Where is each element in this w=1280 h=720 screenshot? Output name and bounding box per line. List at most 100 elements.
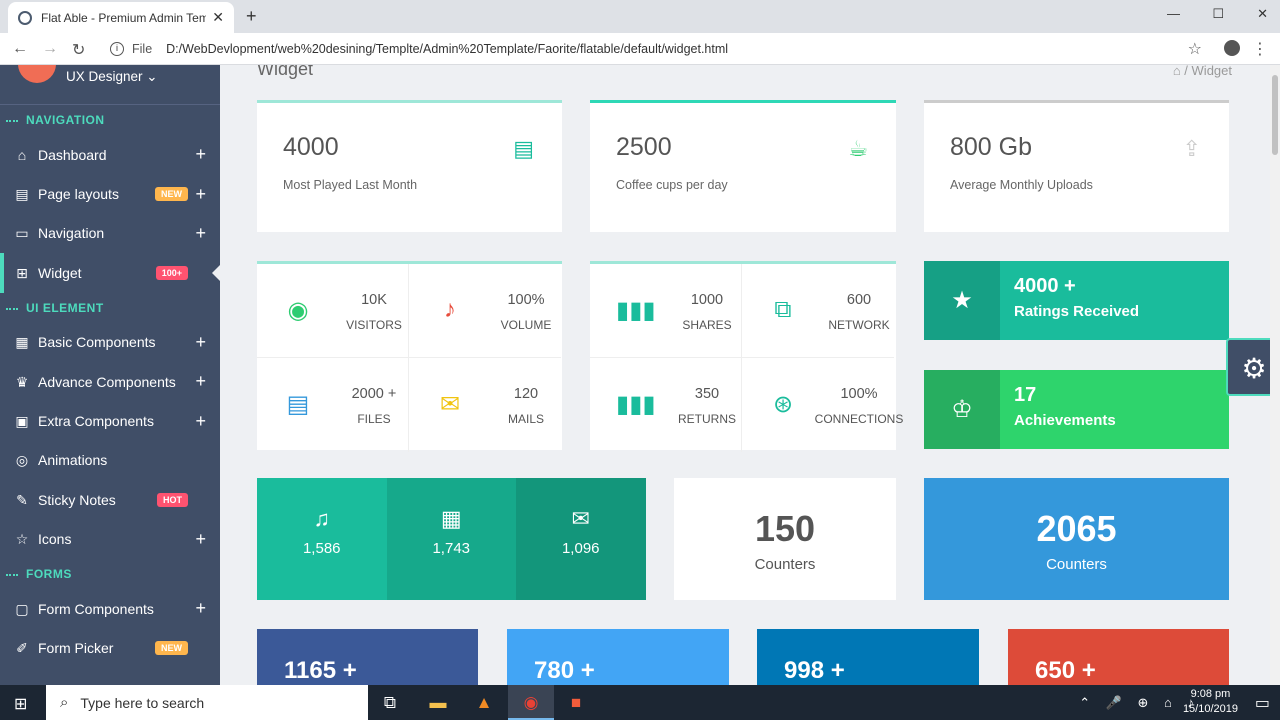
sidebar-item-animations[interactable]: ◎ Animations xyxy=(0,441,220,480)
segmented-stats: ♫ 1,586 ▦ 1,743 ✉ 1,096 xyxy=(257,478,646,600)
taskbar-clock[interactable]: 9:08 pm 15/10/2019 xyxy=(1183,687,1238,717)
reload-icon[interactable]: ↻ xyxy=(72,40,85,60)
sidebar: UX Designer ⌄ NAVIGATION ⌂ Dashboard + ▤ Pa… xyxy=(0,65,220,685)
linkedin-stat: 998 + xyxy=(757,629,979,685)
coffee-icon: ☕ xyxy=(848,136,868,161)
home-icon[interactable]: ⌂ xyxy=(1173,65,1181,78)
close-tab-icon[interactable]: ✕ xyxy=(212,9,224,26)
expand-icon[interactable]: + xyxy=(195,184,206,205)
browser-tab[interactable]: Flat Able - Premium Admin Temp ✕ xyxy=(8,2,234,33)
sidebar-item-dashboard[interactable]: ⌂ Dashboard + xyxy=(0,135,220,174)
camtasia-icon[interactable]: ■ xyxy=(562,691,590,715)
file-label: File xyxy=(132,42,153,56)
search-placeholder: Type here to search xyxy=(80,694,205,711)
envelope-icon: ✉ xyxy=(571,506,590,531)
sidebar-item-basic-components[interactable]: ▦ Basic Components + xyxy=(0,323,220,362)
scrollbar-thumb[interactable] xyxy=(1272,75,1278,155)
section-forms: FORMS xyxy=(0,559,220,589)
sidebar-item-page-layouts[interactable]: ▤ Page layouts NEW + xyxy=(0,174,220,213)
segment-mail: ✉ 1,096 xyxy=(516,478,646,600)
task-view-icon[interactable]: ⧉ xyxy=(376,691,404,715)
info-icon[interactable]: i xyxy=(110,42,124,56)
card-value: 2500 xyxy=(616,133,672,161)
expand-icon[interactable]: + xyxy=(195,223,206,244)
widget-card-coffee: 2500 Coffee cups per day ☕ xyxy=(590,100,896,232)
expand-icon[interactable]: + xyxy=(195,598,206,619)
tab-title: Flat Able - Premium Admin Temp xyxy=(41,10,207,25)
new-badge: NEW xyxy=(155,187,188,202)
counter-card-white: 150 Counters xyxy=(674,478,896,600)
stat-returns: ▮▮▮ 350 RETURNS xyxy=(590,358,742,452)
sidebar-item-sticky-notes[interactable]: ✎ Sticky Notes HOT xyxy=(0,480,220,519)
sidebar-item-advance-components[interactable]: ♛ Advance Components + xyxy=(0,362,220,401)
user-profile[interactable]: UX Designer ⌄ xyxy=(0,65,220,105)
sidebar-item-icons[interactable]: ☆ Icons + xyxy=(0,520,220,559)
section-navigation: NAVIGATION xyxy=(0,105,220,135)
count-badge: 100+ xyxy=(155,265,188,280)
card-value: 4000 + xyxy=(1014,275,1076,297)
vlc-icon[interactable]: ▲ xyxy=(470,691,498,715)
stat-network: ⧉ 600 NETWORK xyxy=(742,264,894,358)
google-plus-stat: 650 + xyxy=(1008,629,1229,685)
card-label: Coffee cups per day xyxy=(616,178,728,192)
scrollbar[interactable] xyxy=(1270,65,1280,685)
menu-kebab-icon[interactable]: ⋮ xyxy=(1252,39,1268,59)
main-content: Widget ⌂ / Widget 4000 Most Played Last … xyxy=(220,65,1280,685)
stat-volume: ♪ 100% VOLUME xyxy=(409,264,561,358)
section-ui-element: UI ELEMENT xyxy=(0,293,220,323)
aperture-icon: ◎ xyxy=(15,452,29,469)
stat-files: ▤ 2000 + FILES xyxy=(257,358,409,452)
notification-icon[interactable]: ▭ xyxy=(1255,693,1270,713)
sidebar-item-extra-components[interactable]: ▣ Extra Components + xyxy=(0,401,220,440)
stat-mails: ✉ 120 MAILS xyxy=(409,358,561,452)
home-icon: ⌂ xyxy=(17,146,27,163)
file-explorer-icon[interactable]: ▬ xyxy=(424,691,452,715)
avatar xyxy=(18,65,56,83)
windows-taskbar: ⊞ ⌕ Type here to search ⧉ ▬ ▲ ◉ ■ ⌃ 🎤 ⊕ … xyxy=(0,685,1280,720)
comment-icon: ▤ xyxy=(513,136,534,161)
bookmark-star-icon[interactable]: ☆ xyxy=(1188,39,1202,59)
note-icon: ✎ xyxy=(16,491,28,508)
address-bar: ← → ↻ i File D:/WebDevlopment/web%20desi… xyxy=(0,33,1280,65)
stat-visitors: ◉ 10K VISITORS xyxy=(257,264,409,358)
url-text[interactable]: D:/WebDevlopment/web%20desining/Templte/… xyxy=(166,42,728,56)
modules-icon: ▣ xyxy=(15,413,29,430)
windows-start-icon[interactable]: ⊞ xyxy=(14,694,27,714)
edit-icon: ✐ xyxy=(16,639,28,656)
achievements-card: ♔ 17 Achievements xyxy=(924,370,1229,449)
system-tray-icons[interactable]: ⌃ 🎤 ⊕ ⌂ ♪ xyxy=(1079,695,1200,711)
card-value: 17 xyxy=(1014,384,1037,406)
files-icon: ▤ xyxy=(286,391,310,418)
new-tab-button[interactable]: + xyxy=(246,6,257,27)
maximize-button[interactable]: ☐ xyxy=(1212,6,1224,22)
music-icon: ♪ xyxy=(444,296,456,323)
forward-icon[interactable]: → xyxy=(42,40,58,58)
close-window-button[interactable]: ✕ xyxy=(1257,6,1268,22)
account-icon[interactable] xyxy=(1224,40,1240,56)
sidebar-item-form-components[interactable]: ▢ Form Components + xyxy=(0,589,220,628)
expand-icon[interactable]: + xyxy=(195,144,206,165)
widget-card-uploads: 800 Gb Average Monthly Uploads ⇪ xyxy=(924,100,1229,232)
taskbar-search[interactable]: ⌕ Type here to search xyxy=(46,685,368,720)
twitter-stat: 780 + xyxy=(507,629,729,685)
expand-icon[interactable]: + xyxy=(195,371,206,392)
stat-shares: ▮▮▮ 1000 SHARES xyxy=(590,264,742,358)
sidebar-item-navigation[interactable]: ▭ Navigation + xyxy=(0,214,220,253)
user-name[interactable]: UX Designer ⌄ xyxy=(66,69,158,85)
card-value: 800 Gb xyxy=(950,133,1033,161)
music-icon: ♫ xyxy=(313,506,331,531)
expand-icon[interactable]: + xyxy=(195,332,206,353)
trophy-icon: ♔ xyxy=(924,370,1000,449)
expand-icon[interactable]: + xyxy=(195,411,206,432)
browser-tab-strip: Flat Able - Premium Admin Temp ✕ + — ☐ ✕ xyxy=(0,0,1280,33)
stat-connections: ⊛ 100% CONNECTIONS xyxy=(742,358,903,452)
url-field[interactable]: i File D:/WebDevlopment/web%20desining/T… xyxy=(104,37,1214,61)
sidebar-item-form-picker[interactable]: ✐ Form Picker NEW xyxy=(0,628,220,667)
sidebar-item-widget[interactable]: ⊞ Widget 100+ xyxy=(0,253,220,293)
expand-icon[interactable]: + xyxy=(195,529,206,550)
back-icon[interactable]: ← xyxy=(12,40,28,58)
widget-card-most-played: 4000 Most Played Last Month ▤ xyxy=(257,100,562,232)
chrome-icon[interactable]: ◉ xyxy=(517,691,545,715)
minimize-button[interactable]: — xyxy=(1167,6,1180,21)
segment-music: ♫ 1,586 xyxy=(257,478,387,600)
